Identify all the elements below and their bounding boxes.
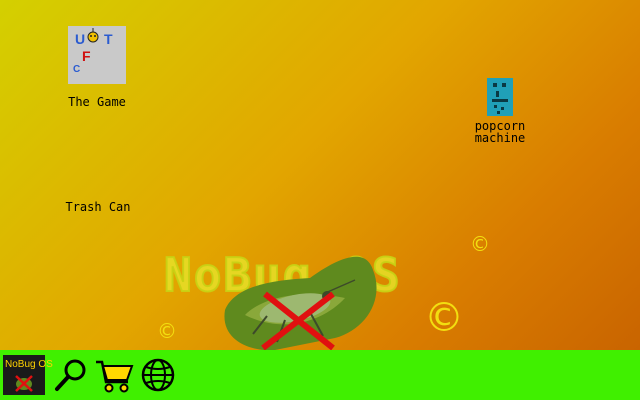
start-logo-icon xyxy=(15,375,33,392)
thumb-letter: F xyxy=(82,48,91,64)
copyright-symbol: © xyxy=(424,295,464,341)
browser-button[interactable] xyxy=(138,356,178,394)
search-icon xyxy=(55,359,86,391)
desktop-icon-label: Trash Can xyxy=(65,200,131,214)
wallpaper-bug-image xyxy=(224,256,377,350)
globe-icon xyxy=(141,358,175,392)
game-icon: U T F C xyxy=(68,26,126,84)
copyright-symbol: © xyxy=(470,232,490,256)
game-character-icon xyxy=(87,28,99,43)
popcorn-machine-icon xyxy=(487,78,513,116)
thumb-letter: U xyxy=(75,31,86,47)
desktop-icon-the-game[interactable]: U T F C The Game xyxy=(52,26,142,108)
shop-button[interactable] xyxy=(94,356,134,394)
taskbar: NoBug OS xyxy=(0,350,640,400)
desktop-icon-label: popcorn machine xyxy=(474,119,526,145)
search-button[interactable] xyxy=(52,356,92,394)
desktop-icon-trash-can[interactable]: Trash Can xyxy=(48,201,148,213)
shopping-cart-icon xyxy=(96,360,134,393)
thumb-letter: T xyxy=(104,31,113,47)
desktop-icon-popcorn-machine[interactable]: popcorn machine xyxy=(460,78,540,144)
thumb-letter: C xyxy=(73,64,81,75)
desktop: NoBug OS © © © U T F C The Game Trash Ca… xyxy=(0,0,640,350)
start-button-label: NoBug OS xyxy=(5,359,53,370)
copyright-symbol: © xyxy=(157,319,177,343)
desktop-icon-label: The Game xyxy=(68,95,126,109)
start-button[interactable]: NoBug OS xyxy=(3,355,53,395)
